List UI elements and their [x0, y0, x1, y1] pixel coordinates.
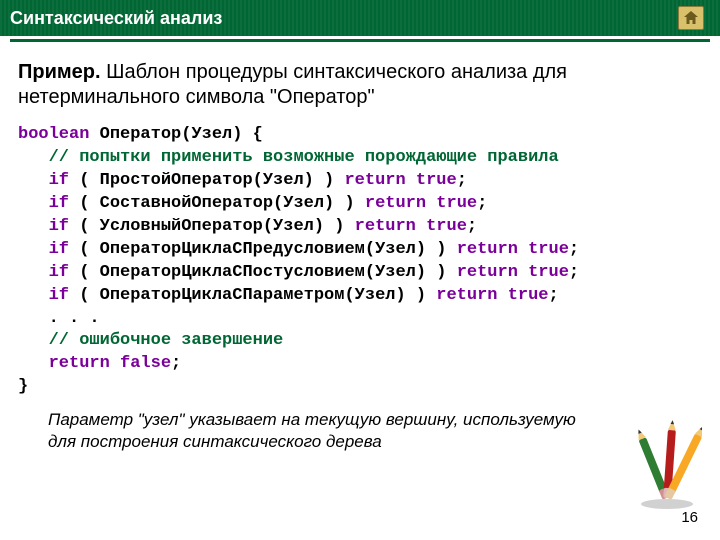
home-button[interactable]: [678, 6, 704, 30]
kw-if-4: if: [18, 240, 69, 259]
intro-text: Шаблон процедуры синтаксического анализа…: [18, 61, 567, 108]
page-number: 16: [681, 509, 698, 526]
semi-3: ;: [467, 217, 477, 236]
kw-boolean: boolean: [18, 125, 89, 144]
home-icon: [683, 11, 699, 25]
code-l5: ( УсловныйОператор(Узел) ): [69, 217, 355, 236]
code-l8: ( ОператорЦиклаСПараметром(Узел) ): [69, 286, 436, 305]
code-close-brace: }: [18, 377, 28, 396]
semi-2: ;: [477, 194, 487, 213]
kw-if-2: if: [18, 194, 69, 213]
code-l7: ( ОператорЦиклаСПостусловием(Узел) ): [69, 263, 457, 282]
slide-header: Синтаксический анализ: [0, 0, 720, 36]
slide-title: Синтаксический анализ: [10, 8, 222, 29]
semi-1: ;: [457, 171, 467, 190]
semi-4: ;: [569, 240, 579, 259]
kw-ret-5: return true: [457, 263, 569, 282]
slide-content: Пример. Шаблон процедуры синтаксического…: [0, 42, 720, 453]
kw-if-5: if: [18, 263, 69, 282]
code-l4: ( СоставнойОператор(Узел) ): [69, 194, 365, 213]
comment-1: // попытки применить возможные порождающ…: [18, 148, 559, 167]
intro-paragraph: Пример. Шаблон процедуры синтаксического…: [18, 60, 702, 110]
kw-if-3: if: [18, 217, 69, 236]
comment-2: // ошибочное завершение: [18, 331, 283, 350]
pencils-illustration: [632, 420, 702, 510]
code-l3: ( ПростойОператор(Узел) ): [69, 171, 344, 190]
code-block: boolean Оператор(Узел) { // попытки прим…: [18, 124, 702, 399]
code-l1: Оператор(Узел) {: [89, 125, 262, 144]
intro-label: Пример.: [18, 61, 101, 83]
kw-if-6: if: [18, 286, 69, 305]
kw-if-1: if: [18, 171, 69, 190]
semi-7: ;: [171, 354, 181, 373]
footnote: Параметр "узел" указывает на текущую вер…: [18, 409, 702, 453]
code-ellipsis: . . .: [18, 309, 100, 328]
kw-ret-false: return false: [18, 354, 171, 373]
code-l6: ( ОператорЦиклаСПредусловием(Узел) ): [69, 240, 457, 259]
semi-6: ;: [549, 286, 559, 305]
kw-ret-1: return true: [344, 171, 456, 190]
semi-5: ;: [569, 263, 579, 282]
kw-ret-3: return true: [355, 217, 467, 236]
kw-ret-2: return true: [365, 194, 477, 213]
kw-ret-6: return true: [436, 286, 548, 305]
kw-ret-4: return true: [457, 240, 569, 259]
